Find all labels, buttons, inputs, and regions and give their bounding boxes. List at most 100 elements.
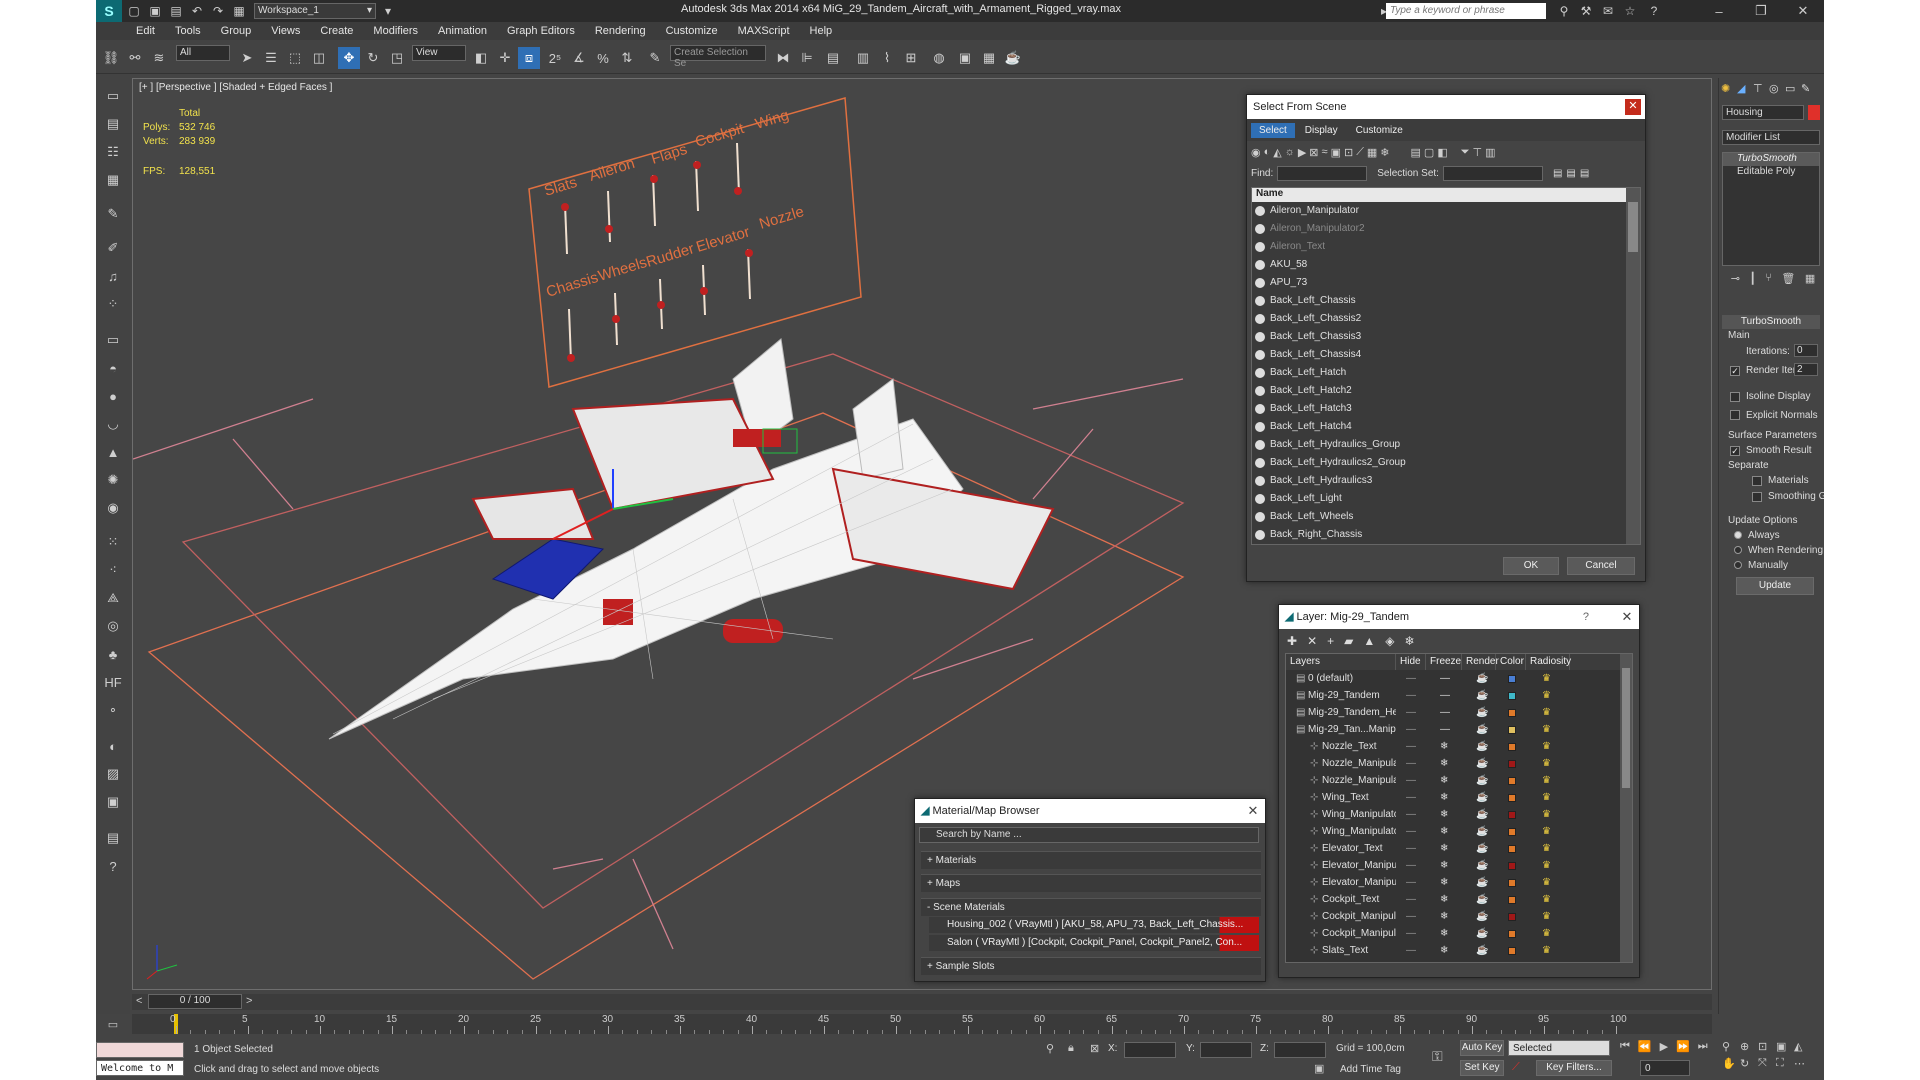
dome-icon[interactable]: ◓ (102, 358, 124, 378)
create-tab-icon[interactable]: ✺ (1721, 82, 1735, 102)
mini-curve-editor-icon[interactable]: ▭ (96, 1014, 130, 1036)
update-when-rendering-radio[interactable] (1734, 546, 1742, 554)
dots-icon[interactable]: ⁘ (102, 294, 124, 314)
radiosity-toggle-icon[interactable]: ♛ (1542, 806, 1551, 823)
spacewarps-filter-icon[interactable]: ≈ (1322, 146, 1328, 158)
reference-coordinate-dropdown[interactable]: View (412, 45, 466, 61)
pivot-center-icon[interactable]: ◧ (470, 47, 492, 69)
freeze-toggle-icon[interactable]: ❄ (1440, 738, 1448, 755)
freeze-toggle-icon[interactable]: ❄ (1440, 891, 1448, 908)
layer-list-scrollbar[interactable] (1620, 654, 1632, 962)
selection-lock-icon[interactable]: 🔒︎ (1068, 1042, 1074, 1055)
particles-icon[interactable]: ⁖ (102, 560, 124, 580)
table-row[interactable]: ▤ Mig-29_Tandem — — ☕ ♛ (1286, 687, 1632, 704)
absolute-mode-icon[interactable]: ⊠ (1090, 1042, 1099, 1055)
viewport-tool-icon[interactable]: ▭ (102, 86, 124, 106)
fov-icon[interactable]: ◭ (1794, 1040, 1812, 1053)
hide-toggle-icon[interactable]: — (1406, 908, 1416, 925)
find-input[interactable] (1277, 165, 1368, 181)
sun-icon[interactable]: ✺ (102, 470, 124, 490)
load-set-icon[interactable]: ▤ (1566, 168, 1575, 179)
tab-display[interactable]: Display (1297, 123, 1346, 138)
utilities-tab-icon[interactable]: ✎ (1801, 82, 1815, 102)
render-toggle-icon[interactable]: ☕ (1476, 738, 1488, 755)
radiosity-toggle-icon[interactable]: ♛ (1542, 942, 1551, 959)
menu-help[interactable]: Help (800, 22, 843, 40)
percent-snap-icon[interactable]: % (592, 47, 614, 69)
maxscript-listener-top[interactable] (96, 1042, 184, 1058)
schematic-view-icon[interactable]: ⊞ (900, 47, 922, 69)
hide-toggle-icon[interactable]: — (1406, 738, 1416, 755)
list-item[interactable]: Back_Left_Chassis3 (1252, 328, 1628, 346)
new-file-icon[interactable]: ▢ (125, 3, 143, 19)
containers-filter-icon[interactable]: ▦ (1367, 146, 1377, 159)
time-slider[interactable]: < 0 / 100 > (132, 994, 1712, 1010)
selection-filter-dropdown[interactable]: All (176, 45, 230, 61)
key-filters-button[interactable]: Key Filters... (1536, 1060, 1612, 1076)
highlight-layer-icon[interactable]: ▲ (1363, 634, 1375, 648)
table-row[interactable]: ▤ 0 (default) — — ☕ ♛ (1286, 670, 1632, 687)
globe-icon[interactable]: ◎ (102, 616, 124, 636)
app-logo-icon[interactable]: S (96, 0, 122, 22)
modifier-list-dropdown[interactable]: Modifier List (1722, 130, 1820, 145)
bowl-icon[interactable]: ◡ (102, 414, 124, 434)
menu-modifiers[interactable]: Modifiers (363, 22, 428, 40)
y-coord-field[interactable] (1200, 1042, 1252, 1058)
hide-all-icon[interactable]: ◈ (1385, 634, 1394, 648)
bind-space-warp-icon[interactable]: ≋ (148, 47, 170, 69)
document-icon[interactable]: ▤ (102, 828, 124, 848)
workspace-dropdown[interactable]: Workspace_1 ▾ (254, 3, 376, 19)
render-toggle-icon[interactable]: ☕ (1476, 670, 1488, 687)
close-icon[interactable]: ✕ (1625, 99, 1641, 115)
hierarchy-icon[interactable]: ⊤ (1473, 146, 1483, 159)
layer-color-swatch[interactable] (1508, 709, 1516, 717)
list-item[interactable]: Aileron_Text (1252, 238, 1628, 256)
render-toggle-icon[interactable]: ☕ (1476, 942, 1488, 959)
table-row[interactable]: ⊹ Cockpit_Manipul — ❄ ☕ ♛ (1286, 925, 1632, 942)
list-item[interactable]: APU_73 (1252, 274, 1628, 292)
freeze-toggle-icon[interactable]: — (1440, 670, 1450, 687)
zoom-extents-all-icon[interactable]: ▣ (1776, 1040, 1794, 1053)
key-icon[interactable]: ⚿ (1432, 1048, 1443, 1065)
list-item[interactable]: Back_Left_Hatch (1252, 364, 1628, 382)
materials-checkbox[interactable] (1752, 476, 1762, 486)
radiosity-toggle-icon[interactable]: ♛ (1542, 721, 1551, 738)
table-row[interactable]: ▤ Mig-29_Tandem_He — — ☕ ♛ (1286, 704, 1632, 721)
pan-view-icon[interactable]: ✋ (1722, 1057, 1740, 1070)
isoline-display-checkbox[interactable] (1730, 392, 1740, 402)
select-none-icon[interactable]: ▢ (1424, 146, 1434, 159)
radiosity-toggle-icon[interactable]: ♛ (1542, 857, 1551, 874)
shapes-filter-icon[interactable]: ◭ (1273, 146, 1281, 159)
play-icon[interactable]: ▶ (1660, 1040, 1668, 1053)
paint-icon[interactable]: ✐ (102, 238, 124, 258)
freeze-toggle-icon[interactable]: ❄ (1440, 857, 1448, 874)
render-production-icon[interactable]: ☕ (1002, 47, 1024, 69)
project-folder-icon[interactable]: ▦ (230, 3, 248, 19)
close-icon[interactable]: ✕ (1619, 609, 1635, 625)
next-frame-icon[interactable]: ⏩ (1676, 1040, 1690, 1053)
freeze-toggle-icon[interactable]: — (1440, 704, 1450, 721)
list-item[interactable]: Back_Left_Hydraulics_Group (1252, 436, 1628, 454)
select-all-icon[interactable]: ▤ (1411, 146, 1421, 159)
ok-button[interactable]: OK (1503, 557, 1559, 575)
unlink-icon[interactable]: ⚯ (124, 47, 146, 69)
radiosity-toggle-icon[interactable]: ♛ (1542, 840, 1551, 857)
help-icon[interactable]: ? (1645, 3, 1663, 19)
object-name-field[interactable]: Housing (1722, 105, 1804, 120)
scene-materials-section[interactable]: - Scene Materials (921, 898, 1261, 916)
hide-toggle-icon[interactable]: — (1406, 942, 1416, 959)
time-slider-prev-icon[interactable]: < (136, 995, 142, 1007)
layer-color-swatch[interactable] (1508, 828, 1516, 836)
radiosity-toggle-icon[interactable]: ♛ (1542, 704, 1551, 721)
select-by-name-icon[interactable]: ☰ (260, 47, 282, 69)
layer-color-swatch[interactable] (1508, 896, 1516, 904)
menu-tools[interactable]: Tools (165, 22, 211, 40)
hide-toggle-icon[interactable]: — (1406, 789, 1416, 806)
radiosity-toggle-icon[interactable]: ♛ (1542, 874, 1551, 891)
selection-set-dropdown[interactable] (1442, 165, 1543, 181)
link-icon[interactable]: ⛓ (100, 47, 122, 69)
time-slider-next-icon[interactable]: > (246, 995, 252, 1007)
material-search-input[interactable]: Search by Name ... (919, 827, 1259, 843)
walk-through-icon[interactable]: ⤧ (1758, 1057, 1776, 1070)
chat-icon[interactable]: ✎ (102, 204, 124, 224)
